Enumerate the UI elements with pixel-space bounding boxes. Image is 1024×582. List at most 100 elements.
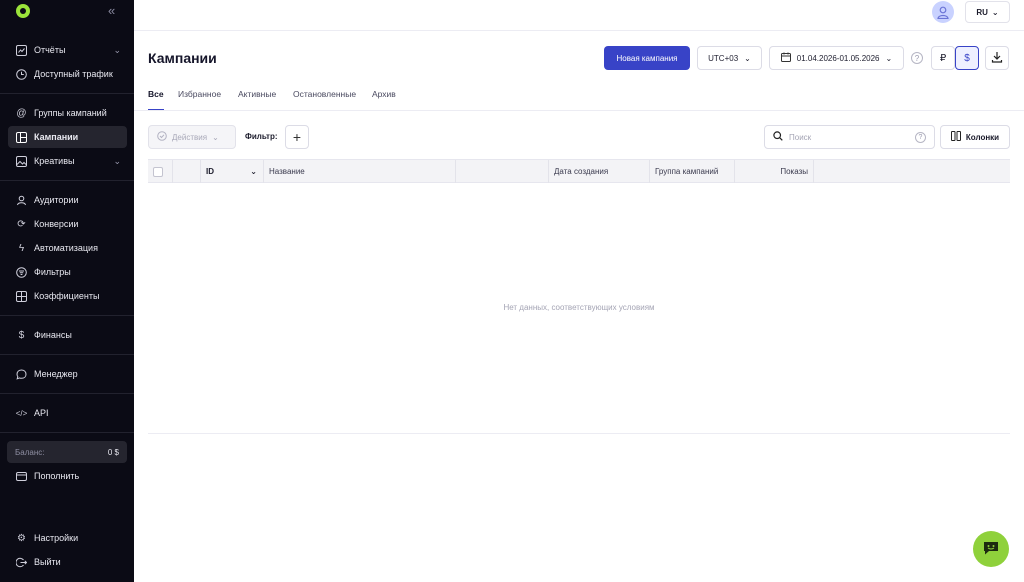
sidebar-item-logout[interactable]: Выйти <box>8 551 127 573</box>
sidebar-item-campaign-groups[interactable]: @ Группы кампаний <box>8 102 127 124</box>
sidebar-item-manager[interactable]: Менеджер <box>8 363 127 385</box>
refresh-icon: ⟳ <box>17 218 26 230</box>
spacer-column <box>173 160 201 183</box>
code-icon: </> <box>15 408 28 418</box>
sidebar-divider <box>0 393 134 394</box>
chat-icon <box>982 540 1000 558</box>
balance-label: Баланс: <box>15 447 45 457</box>
add-filter-button[interactable]: + <box>285 125 309 149</box>
balance-value: 0 $ <box>107 447 119 457</box>
date-range-picker[interactable]: 01.04.2026-01.05.2026 ⌄ <box>769 46 904 70</box>
column-header-name[interactable]: Название <box>264 160 456 183</box>
sidebar-item-conversions[interactable]: ⟳ Конверсии <box>8 213 127 235</box>
balance-widget: Баланс: 0 $ <box>7 441 127 463</box>
sidebar-item-label: Аудитории <box>34 195 79 205</box>
logo[interactable] <box>16 4 30 18</box>
sidebar-item-automation[interactable]: ϟ Автоматизация <box>8 237 127 259</box>
tab-favorites[interactable]: Избранное <box>178 89 221 99</box>
select-all-checkbox[interactable] <box>153 166 163 177</box>
clock-icon <box>16 68 27 80</box>
sidebar-item-topup[interactable]: Пополнить <box>8 465 127 487</box>
chevron-down-icon: ⌄ <box>113 155 121 166</box>
sidebar-item-filters[interactable]: Фильтры <box>8 261 127 283</box>
column-header-impressions[interactable]: Показы <box>735 160 814 183</box>
page-title: Кампании <box>148 50 217 66</box>
sidebar-item-label: Креативы <box>34 156 75 166</box>
grid-icon <box>16 131 27 143</box>
currency-usd-button[interactable]: $ <box>955 46 979 70</box>
sidebar-divider <box>0 315 134 316</box>
timezone-select[interactable]: UTC+03 ⌄ <box>697 46 762 70</box>
chevron-down-icon: ⌄ <box>113 44 121 55</box>
chevron-down-icon: ⌄ <box>885 53 893 63</box>
dollar-icon: $ <box>18 329 25 341</box>
sidebar-item-settings[interactable]: ⚙ Настройки <box>8 527 127 549</box>
chat-icon <box>16 368 27 380</box>
columns-icon <box>950 131 961 143</box>
column-header-created[interactable]: Дата создания <box>549 160 650 183</box>
column-header-id[interactable]: ID ⌄ <box>201 160 264 183</box>
sidebar-item-label: Коэффициенты <box>34 291 100 301</box>
columns-label: Колонки <box>965 132 1000 142</box>
help-icon[interactable]: ? <box>911 52 923 64</box>
tab-archive[interactable]: Архив <box>372 89 396 99</box>
actions-label: Действия <box>172 132 208 142</box>
support-chat-button[interactable] <box>973 531 1009 567</box>
sidebar-item-campaigns[interactable]: Кампании <box>8 126 127 148</box>
sidebar: « Отчёты ⌄ Доступный трафик @ Группы кам… <box>0 0 134 582</box>
filter-label: Фильтр: <box>245 132 278 141</box>
sidebar-item-creatives[interactable]: Креативы ⌄ <box>8 150 127 172</box>
actions-dropdown[interactable]: Действия ⌄ <box>148 125 236 149</box>
chevron-down-icon: ⌄ <box>744 53 751 63</box>
chevron-down-icon: ⌄ <box>212 132 219 142</box>
sidebar-item-label: Пополнить <box>34 471 80 481</box>
column-header-label: Показы <box>780 167 808 176</box>
sidebar-item-label: Группы кампаний <box>34 108 107 118</box>
top-bar: RU ⌄ <box>134 0 1024 31</box>
column-header-group[interactable]: Группа кампаний <box>650 160 735 183</box>
at-icon: @ <box>16 107 27 119</box>
language-select[interactable]: RU ⌄ <box>965 1 1010 23</box>
sidebar-item-traffic[interactable]: Доступный трафик <box>8 63 127 85</box>
empty-state-message: Нет данных, соответствующих условиям <box>503 303 655 312</box>
search-icon <box>773 131 783 143</box>
download-button[interactable] <box>985 46 1009 70</box>
sidebar-item-api[interactable]: </> API <box>8 402 127 424</box>
currency-rub-button[interactable]: ₽ <box>931 46 955 70</box>
columns-button[interactable]: Колонки <box>940 125 1010 149</box>
user-avatar-icon[interactable] <box>932 1 954 23</box>
sidebar-item-reports[interactable]: Отчёты ⌄ <box>8 39 127 61</box>
table-header: ID ⌄ Название Дата создания Группа кампа… <box>148 159 1010 183</box>
tabs-divider <box>134 110 1024 111</box>
help-icon[interactable]: ? <box>915 132 926 143</box>
wallet-icon <box>16 471 27 482</box>
column-header-label: Группа кампаний <box>655 167 719 176</box>
sidebar-item-label: Настройки <box>34 533 79 543</box>
sidebar-item-coefficients[interactable]: Коэффициенты <box>8 285 127 307</box>
table-icon <box>16 290 27 302</box>
column-header-label: Дата создания <box>554 167 609 176</box>
sidebar-divider <box>0 432 134 433</box>
collapse-sidebar-icon[interactable]: « <box>108 3 115 18</box>
sidebar-item-label: API <box>34 408 49 418</box>
new-campaign-button[interactable]: Новая кампания <box>604 46 690 70</box>
sidebar-item-finance[interactable]: $ Финансы <box>8 324 127 346</box>
logout-icon <box>16 557 27 568</box>
search-input[interactable] <box>789 132 909 142</box>
search-box[interactable]: ? <box>764 125 935 149</box>
sidebar-item-label: Финансы <box>34 330 72 340</box>
calendar-icon <box>780 52 791 64</box>
chevron-down-icon: ⌄ <box>250 167 257 176</box>
chart-icon <box>16 44 27 56</box>
rub-label: ₽ <box>939 52 947 64</box>
filter-icon <box>16 266 27 278</box>
sidebar-item-label: Конверсии <box>34 219 79 229</box>
tab-stopped[interactable]: Остановленные <box>293 89 356 99</box>
sidebar-item-label: Выйти <box>34 557 61 567</box>
sidebar-divider <box>0 180 134 181</box>
chevron-down-icon: ⌄ <box>991 7 999 17</box>
tab-all[interactable]: Все <box>148 89 164 99</box>
tab-active[interactable]: Активные <box>238 89 276 99</box>
sidebar-item-label: Отчёты <box>34 45 66 55</box>
sidebar-item-audiences[interactable]: Аудитории <box>8 189 127 211</box>
